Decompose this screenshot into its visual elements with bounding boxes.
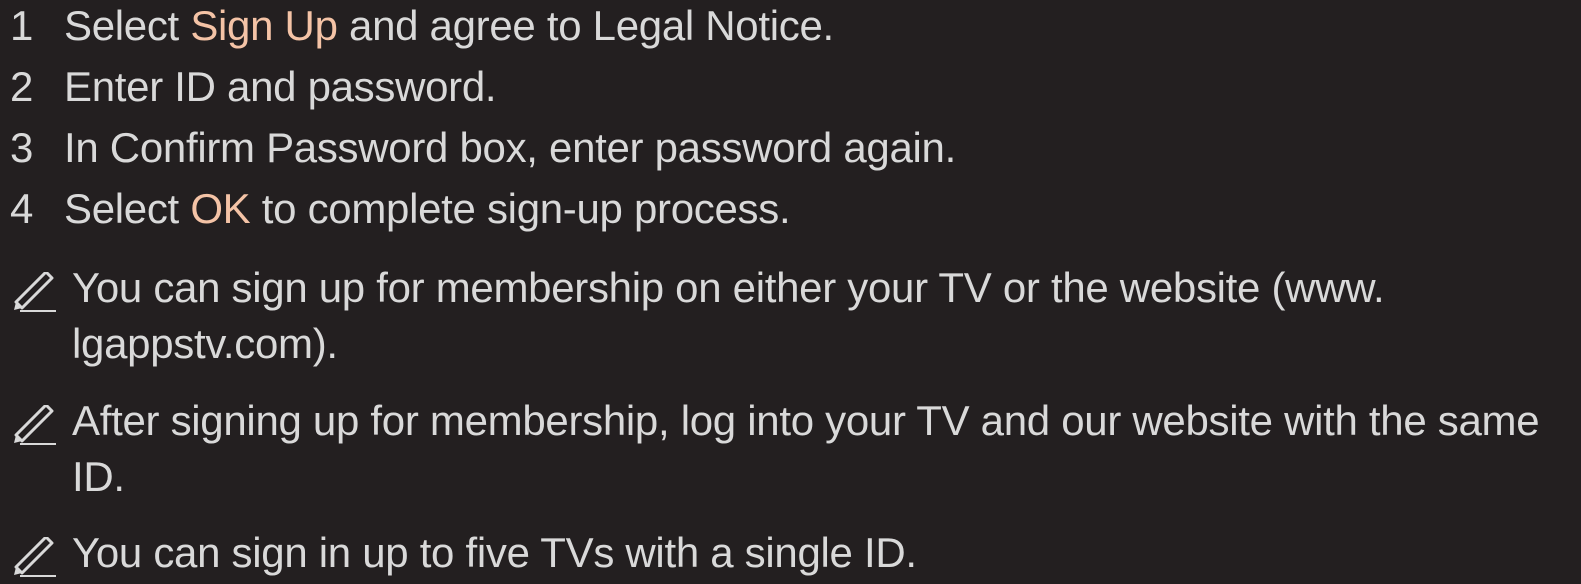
step-3: 3 In Confirm Password box, enter password… [10,122,956,174]
note-text: You can sign up for membership on either… [72,264,1385,367]
step-text: and agree to Legal Notice. [337,2,834,49]
step-text: In Confirm Password box, enter password … [64,124,956,171]
pencil-note-icon [14,537,56,577]
pencil-note-icon [14,272,56,312]
note-3: You can sign in up to five TVs with a si… [12,525,1572,581]
instructions-page: 1 Select Sign Up and agree to Legal Notic… [0,0,1581,584]
step-number: 1 [10,2,34,49]
note-text: After signing up for membership, log int… [72,397,1540,500]
step-text: to complete sign-up process. [250,185,791,232]
note-2: After signing up for membership, log int… [12,393,1572,505]
sign-up-highlight: Sign Up [190,2,338,49]
step-text: Enter ID and password. [64,63,497,110]
step-1: 1 Select Sign Up and agree to Legal Notic… [10,0,834,52]
step-text: Select [64,2,191,49]
step-2: 2 Enter ID and password. [10,61,497,113]
step-number: 4 [10,185,34,232]
pencil-note-icon [14,405,56,445]
step-4: 4 Select OK to complete sign-up process. [10,183,791,235]
note-1: You can sign up for membership on either… [12,260,1572,372]
step-number: 3 [10,124,34,171]
step-number: 2 [10,63,34,110]
note-text: You can sign in up to five TVs with a si… [72,529,917,576]
step-text: Select [64,185,191,232]
ok-highlight: OK [190,185,251,232]
